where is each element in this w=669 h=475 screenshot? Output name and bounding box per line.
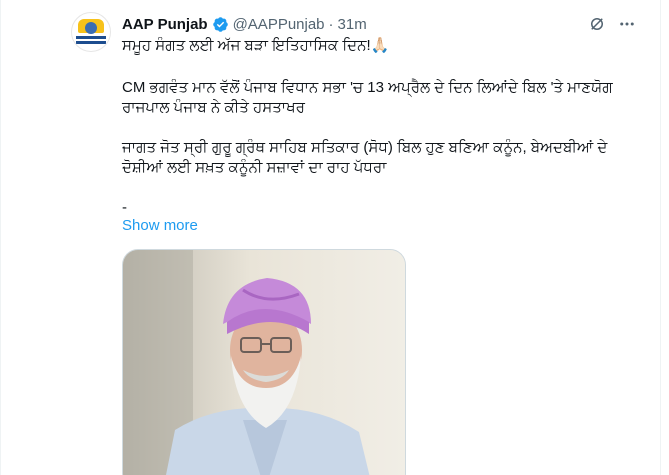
- tweet-line-3: ਜਾਗਤ ਜੋਤ ਸ੍ਰੀ ਗੁਰੂ ਗ੍ਰੰਥ ਸਾਹਿਬ ਸਤਿਕਾਰ (ਸ…: [122, 139, 608, 176]
- tweet-view: AAP Punjab @AAPPunjab · 31m ਸਮੂਹ ਸੰਗਤ ਲਈ…: [0, 0, 669, 475]
- tweet-line-4: -: [122, 199, 127, 216]
- separator-dot: ·: [328, 15, 334, 33]
- verified-badge-icon: [212, 16, 229, 33]
- show-more-link[interactable]: Show more: [122, 217, 198, 234]
- timeline-left-border: [0, 0, 1, 475]
- avatar-logo-text: [76, 36, 106, 39]
- author-handle[interactable]: @AAPPunjab: [233, 16, 325, 33]
- tweet-line-2: CM ਭਗਵੰਤ ਮਾਨ ਵੱਲੋਂ ਪੰਜਾਬ ਵਿਧਾਨ ਸਭਾ 'ਚ 13…: [122, 79, 613, 116]
- more-options-icon[interactable]: [618, 15, 636, 33]
- tweet-header: AAP Punjab @AAPPunjab · 31m: [122, 13, 367, 35]
- avatar-logo-figure: [85, 22, 97, 34]
- tweet-media-video[interactable]: [122, 249, 406, 475]
- video-thumbnail: [123, 250, 405, 475]
- tweet-line-1: ਸਮੂਹ ਸੰਗਤ ਲਈ ਅੱਜ ਬੜਾ ਇਤਿਹਾਸਿਕ ਦਿਨ!🙏🏻: [122, 37, 390, 54]
- tweet-top-actions: [588, 15, 636, 33]
- post-time[interactable]: 31m: [338, 16, 367, 33]
- timeline-right-border: [660, 0, 661, 475]
- author-name[interactable]: AAP Punjab: [122, 16, 208, 33]
- grok-icon[interactable]: [588, 15, 606, 33]
- tweet-text: ਸਮੂਹ ਸੰਗਤ ਲਈ ਅੱਜ ਬੜਾ ਇਤਿਹਾਸਿਕ ਦਿਨ!🙏🏻 CM …: [122, 36, 642, 218]
- avatar[interactable]: [71, 12, 111, 52]
